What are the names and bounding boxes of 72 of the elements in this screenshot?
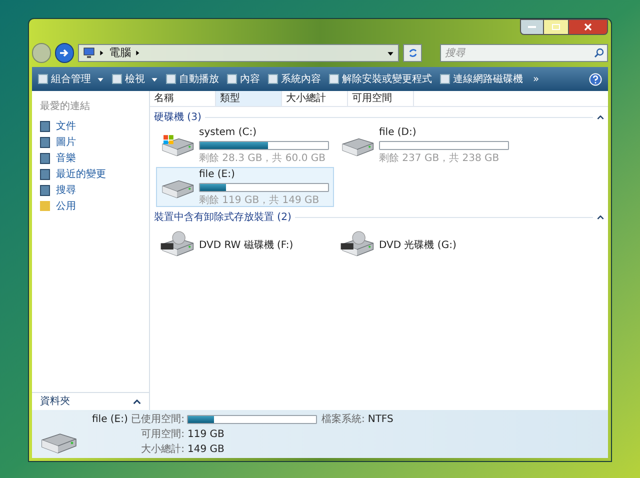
toolbar-icon: [112, 74, 122, 84]
drive-name: system (C:): [199, 126, 258, 140]
toolbar-button[interactable]: 系統內容: [268, 72, 321, 86]
drive-item[interactable]: DVD 光碟機 (G:): [336, 225, 514, 265]
dropdown-arrow-icon[interactable]: [387, 50, 394, 56]
breadcrumb[interactable]: 電腦: [108, 44, 131, 62]
sidebar-link[interactable]: 音樂: [32, 150, 149, 166]
search-icon: [594, 48, 604, 58]
caret-icon[interactable]: [151, 76, 158, 82]
column-header[interactable]: 可用空間: [348, 91, 414, 106]
column-header[interactable]: 類型: [216, 91, 282, 106]
drive-item[interactable]: file (E:) 剩餘 119 GB，共 149 GB: [156, 167, 334, 207]
minimize-button[interactable]: [520, 19, 544, 35]
toolbar-button[interactable]: 組合管理: [38, 72, 104, 86]
total-size-value: 149 GB: [187, 443, 226, 457]
drive-item[interactable]: DVD RW 磁碟機 (F:): [156, 225, 334, 265]
folder-icon: [40, 201, 50, 211]
close-button[interactable]: [568, 19, 608, 35]
forward-button[interactable]: [54, 43, 74, 63]
column-header[interactable]: 大小總計: [282, 91, 348, 106]
refresh-icon: [408, 48, 418, 58]
drive-name: DVD RW 磁碟機 (F:): [199, 238, 294, 252]
address-bar[interactable]: 電腦: [78, 44, 400, 62]
dvd-drive-icon: [339, 231, 375, 259]
sidebar-link[interactable]: 搜尋: [32, 182, 149, 198]
free-space-value: 119 GB: [187, 428, 226, 442]
toolbar-icon: [38, 74, 48, 84]
drive-name: DVD 光碟機 (G:): [379, 238, 456, 252]
toolbar-button[interactable]: 內容: [227, 72, 260, 86]
refresh-button[interactable]: [403, 44, 422, 62]
group-heading: 硬碟機 (3): [154, 110, 202, 124]
chevron-icon: [98, 50, 105, 56]
drive-space: 剩餘 237 GB，共 238 GB: [379, 152, 500, 166]
arrow-icon: [59, 48, 70, 58]
dvd-drive-icon: [159, 231, 195, 259]
collapse-icon[interactable]: [133, 398, 141, 406]
group-heading: 裝置中含有卸除式存放裝置 (2): [154, 210, 292, 224]
toolbar-button[interactable]: 檢視: [112, 72, 158, 86]
file-system-label: 檔案系統:: [321, 412, 365, 427]
drive-name: file (E:): [199, 168, 236, 182]
toolbar-icon: [440, 74, 450, 84]
caret-icon[interactable]: [97, 76, 104, 82]
sidebar-link[interactable]: 公用: [32, 198, 149, 214]
close-icon: [584, 23, 592, 31]
toolbar-button[interactable]: 自動播放: [166, 72, 219, 86]
search-field[interactable]: 搜尋: [440, 44, 608, 62]
file-system-value: NTFS: [368, 413, 394, 427]
sidebar-link[interactable]: 圖片: [32, 134, 149, 150]
sidebar-link[interactable]: 文件: [32, 118, 149, 134]
drive-item[interactable]: system (C:) 剩餘 28.3 GB，共 60.0 GB: [156, 125, 334, 165]
toolbar-button[interactable]: 解除安裝或變更程式: [329, 72, 432, 86]
toolbar-icon: [329, 74, 339, 84]
free-space-label: 可用空間:: [140, 428, 184, 442]
collapse-icon[interactable]: [597, 114, 604, 120]
computer-icon: [82, 47, 95, 59]
details-name: file (E:) 已使用空間:: [92, 412, 184, 427]
chevron-icon: [134, 50, 141, 56]
total-size-label: 大小總計:: [140, 442, 184, 457]
drive-name: file (D:): [379, 126, 418, 140]
more-button[interactable]: »: [531, 72, 542, 86]
drive-space: 剩餘 119 GB，共 149 GB: [199, 194, 320, 208]
drive-space: 剩餘 28.3 GB，共 60.0 GB: [199, 152, 326, 166]
toolbar-icon: [227, 74, 237, 84]
collapse-icon[interactable]: [597, 214, 604, 220]
toolbar-icon: [268, 74, 278, 84]
drive-item[interactable]: file (D:) 剩餘 237 GB，共 238 GB: [336, 125, 514, 165]
toolbar-icon: [166, 74, 176, 84]
maximize-button[interactable]: [544, 19, 568, 35]
toolbar-button[interactable]: 連線網路磁碟機: [440, 72, 523, 86]
help-icon[interactable]: [589, 72, 602, 86]
sidebar-link[interactable]: 最近的變更: [32, 166, 149, 182]
sidebar-heading: 最愛的連結: [39, 100, 91, 114]
